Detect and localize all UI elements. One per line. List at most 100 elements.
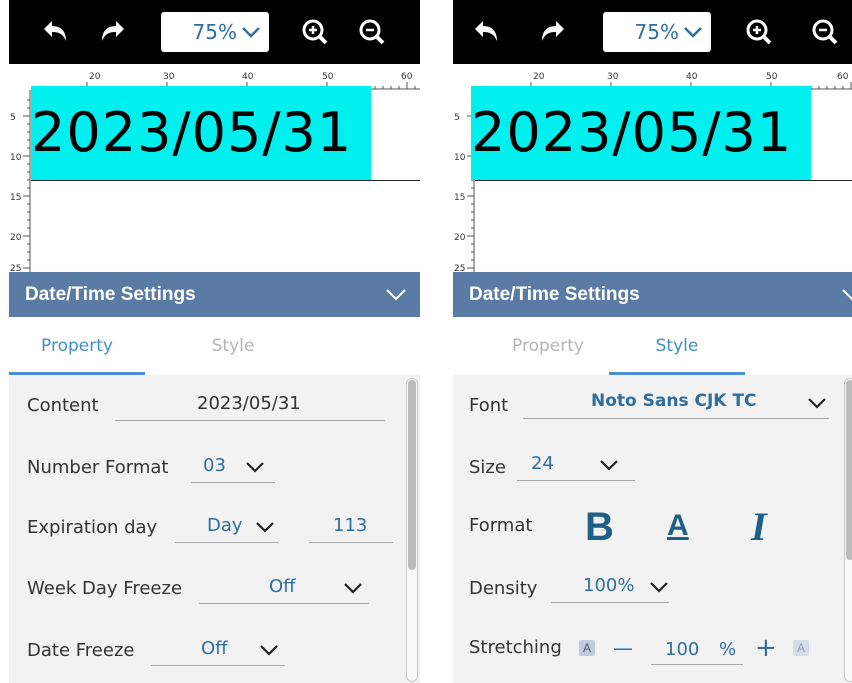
undo-icon <box>44 21 66 41</box>
tab-bar: Property Style <box>9 317 420 375</box>
content-underline <box>115 420 385 421</box>
zoom-out-icon <box>812 19 838 45</box>
expiration-value-input[interactable]: 113 <box>309 511 393 543</box>
size-label: Size <box>469 457 506 478</box>
ruler-left-tick: 15 <box>10 193 21 203</box>
number-format-select[interactable]: 03 <box>191 451 275 483</box>
tab-style[interactable]: Style <box>609 317 745 375</box>
week-day-freeze-label: Week Day Freeze <box>27 578 183 599</box>
tab-property-label: Property <box>512 336 584 356</box>
stretch-narrow-icon: A <box>579 640 595 656</box>
date-freeze-value: Off <box>201 638 228 659</box>
ruler-left-tick: 15 <box>454 193 465 203</box>
settings-header[interactable]: Date/Time Settings <box>453 272 852 317</box>
zoom-in-button[interactable] <box>741 14 777 50</box>
ruler-left-tick: 20 <box>454 233 466 243</box>
tab-property-label: Property <box>41 336 113 356</box>
chevron-down-icon <box>344 583 362 594</box>
property-panel: 75% 20 30 40 50 60 5 10 15 20 25 2023/05… <box>9 0 420 683</box>
content-field[interactable]: 2023/05/31 <box>115 389 385 421</box>
stretch-value-input[interactable]: 100 % <box>651 633 743 665</box>
undo-button[interactable] <box>468 14 504 50</box>
stretch-increase-button[interactable]: + <box>755 635 777 661</box>
tab-property[interactable]: Property <box>9 317 145 375</box>
ruler-top-tick: 30 <box>607 72 619 82</box>
week-day-freeze-select[interactable]: Off <box>199 572 369 604</box>
collapse-chevron-icon[interactable] <box>384 284 408 304</box>
density-label: Density <box>469 578 538 599</box>
undo-button[interactable] <box>37 14 73 50</box>
stretch-unit: % <box>719 639 737 660</box>
date-freeze-select[interactable]: Off <box>151 634 285 666</box>
collapse-chevron-icon[interactable] <box>840 284 852 304</box>
undo-icon <box>475 21 497 41</box>
density-select[interactable]: 100% <box>551 571 669 603</box>
style-panel: 75% 20 30 40 50 60 5 10 15 20 25 2023/05… <box>453 0 852 683</box>
settings-header[interactable]: Date/Time Settings <box>9 272 420 317</box>
chevron-down-icon <box>256 522 274 533</box>
chevron-down-icon <box>650 582 668 593</box>
zoom-out-button[interactable] <box>354 14 390 50</box>
zoom-in-icon <box>746 19 772 45</box>
redo-icon <box>542 21 564 41</box>
expiration-value-underline <box>309 542 393 543</box>
zoom-value: 75% <box>634 20 679 44</box>
label-canvas[interactable]: 20 30 40 50 60 5 10 15 20 25 2023/05/31 <box>9 64 420 272</box>
density-underline <box>551 602 669 603</box>
format-label: Format <box>469 515 533 536</box>
scrollbar[interactable] <box>406 378 418 682</box>
date-object-text: 2023/05/31 <box>471 101 793 164</box>
label-canvas[interactable]: 20 30 40 50 60 5 10 15 20 25 2023/05/31 <box>453 64 852 272</box>
ruler-top-tick: 60 <box>837 72 849 82</box>
week-day-freeze-value: Off <box>269 576 296 597</box>
ruler-left-tick: 5 <box>454 113 460 123</box>
ruler-top-tick: 40 <box>242 72 254 82</box>
stretch-value: 100 <box>665 639 700 660</box>
expiration-unit-underline <box>175 542 279 543</box>
underline-button[interactable]: A <box>667 509 689 543</box>
stretch-underline <box>651 664 743 665</box>
chevron-down-icon <box>260 645 278 656</box>
zoom-value: 75% <box>192 20 237 44</box>
toolbar: 75% <box>453 0 852 64</box>
zoom-out-icon <box>359 19 385 45</box>
chevron-down-icon <box>600 460 618 471</box>
size-select[interactable]: 24 <box>517 449 635 481</box>
scrollbar-thumb[interactable] <box>846 380 852 560</box>
chevron-down-icon <box>246 462 264 473</box>
ruler-left-tick: 10 <box>454 153 466 163</box>
ruler-left-tick: 5 <box>10 113 16 123</box>
expiration-label: Expiration day <box>27 517 158 538</box>
italic-button[interactable]: I <box>751 503 767 550</box>
ruler-left-tick: 20 <box>10 233 22 243</box>
date-object-text: 2023/05/31 <box>31 101 353 164</box>
redo-icon <box>102 21 124 41</box>
redo-button[interactable] <box>95 14 131 50</box>
stretch-decrease-button[interactable]: — <box>613 635 633 661</box>
toolbar: 75% <box>9 0 420 64</box>
zoom-select[interactable]: 75% <box>161 12 269 52</box>
week-day-freeze-underline <box>199 603 369 604</box>
expiration-unit-select[interactable]: Day <box>175 511 279 543</box>
zoom-select[interactable]: 75% <box>603 12 711 52</box>
zoom-out-button[interactable] <box>807 14 843 50</box>
tab-style[interactable]: Style <box>165 317 301 375</box>
font-select[interactable]: Noto Sans CJK TC <box>523 387 829 419</box>
font-value: Noto Sans CJK TC <box>591 391 757 411</box>
settings-title: Date/Time Settings <box>25 283 196 305</box>
tab-style-label: Style <box>211 336 255 356</box>
stretching-label: Stretching <box>469 637 562 658</box>
zoom-in-button[interactable] <box>297 14 333 50</box>
scrollbar-thumb[interactable] <box>408 380 416 570</box>
scrollbar[interactable] <box>844 378 852 682</box>
bold-button[interactable]: B <box>585 505 614 550</box>
ruler-left-tick: 25 <box>454 264 465 272</box>
label-boundary <box>31 180 420 181</box>
ruler-left-tick: 25 <box>10 264 21 272</box>
ruler-top-tick: 50 <box>322 72 334 82</box>
redo-button[interactable] <box>535 14 571 50</box>
tab-style-label: Style <box>655 336 699 356</box>
font-underline <box>523 418 829 419</box>
expiration-unit-value: Day <box>207 515 243 536</box>
size-value: 24 <box>531 453 554 474</box>
